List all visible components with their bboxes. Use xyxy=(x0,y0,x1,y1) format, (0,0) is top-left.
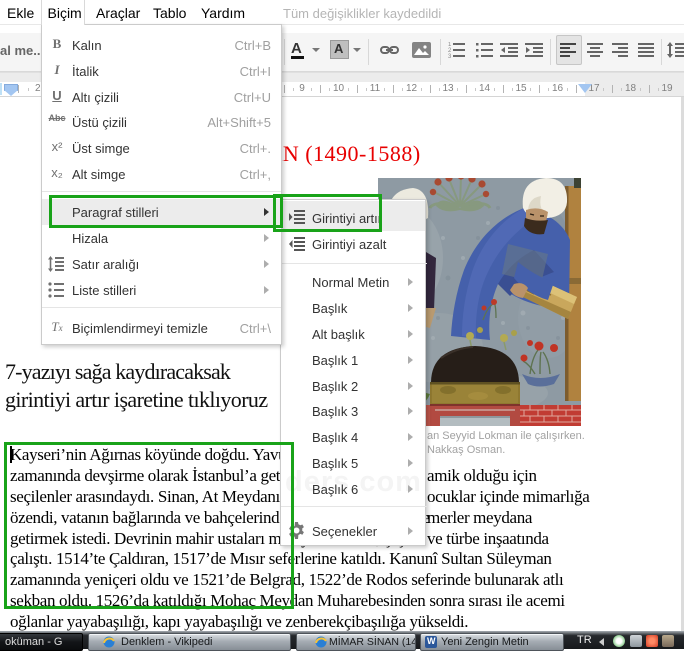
svg-text:3: 3 xyxy=(448,54,452,58)
